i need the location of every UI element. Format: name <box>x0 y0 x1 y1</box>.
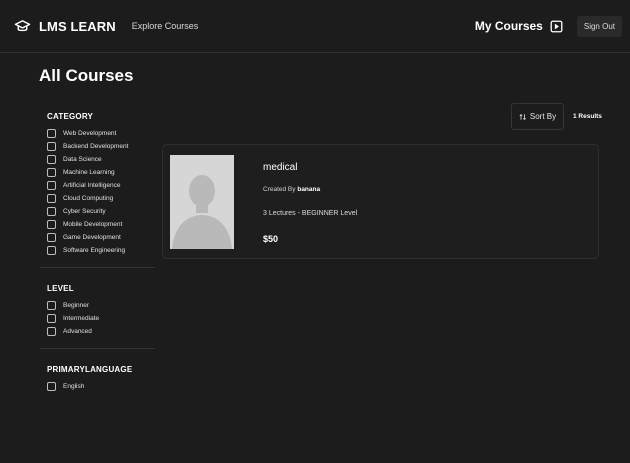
checkbox[interactable] <box>47 327 56 336</box>
filter-option[interactable]: Beginner <box>47 299 155 312</box>
checkbox[interactable] <box>47 220 56 229</box>
graduation-cap-icon <box>14 19 31 31</box>
divider <box>40 348 155 349</box>
filter-option[interactable]: Cyber Security <box>47 205 155 218</box>
filter-section-title: PRIMARYLANGUAGE <box>47 365 133 374</box>
filter-option[interactable]: Software Engineering <box>47 244 155 257</box>
filter-option[interactable]: Backend Development <box>47 140 155 153</box>
course-price: $50 <box>263 234 279 244</box>
filter-option-label: English <box>63 383 85 390</box>
results-count: 1 Results <box>573 113 602 120</box>
checkbox[interactable] <box>47 129 56 138</box>
filter-option[interactable]: English <box>47 380 155 393</box>
filter-option-label: Machine Learning <box>63 169 115 176</box>
created-by-label: Created By <box>263 186 296 193</box>
filter-option[interactable]: Intermediate <box>47 312 155 325</box>
filter-option-label: Artificial Intelligence <box>63 182 121 189</box>
filter-option-label: Web Development <box>63 130 117 137</box>
checkbox[interactable] <box>47 233 56 242</box>
filter-sidebar: CATEGORY Web Development Backend Develop… <box>40 112 155 393</box>
checkbox[interactable] <box>47 155 56 164</box>
top-navbar: LMS LEARN Explore Courses My Courses Sig… <box>0 0 630 53</box>
checkbox[interactable] <box>47 181 56 190</box>
filter-option[interactable]: Game Development <box>47 231 155 244</box>
sort-by-label: Sort By <box>529 112 557 121</box>
filter-option-label: Cyber Security <box>63 208 106 215</box>
avatar-placeholder-icon <box>170 155 234 249</box>
checkbox[interactable] <box>47 142 56 151</box>
sort-arrows-icon <box>519 113 526 120</box>
filter-option[interactable]: Cloud Computing <box>47 192 155 205</box>
checkbox[interactable] <box>47 168 56 177</box>
filter-option-label: Game Development <box>63 234 121 241</box>
filter-option[interactable]: Artificial Intelligence <box>47 179 155 192</box>
filter-option[interactable]: Mobile Development <box>47 218 155 231</box>
filter-section-title: LEVEL <box>47 284 74 293</box>
checkbox[interactable] <box>47 207 56 216</box>
brand-name: LMS LEARN <box>39 18 116 34</box>
page-title: All Courses <box>39 66 134 85</box>
filter-option-label: Data Science <box>63 156 102 163</box>
checkbox[interactable] <box>47 382 56 391</box>
filter-option[interactable]: Web Development <box>47 127 155 140</box>
brand-link[interactable]: LMS LEARN <box>14 18 116 35</box>
course-card[interactable]: medical Created By banana 3 Lectures - B… <box>162 144 599 259</box>
filter-section-title: CATEGORY <box>47 112 94 121</box>
course-thumbnail <box>170 155 234 249</box>
checkbox[interactable] <box>47 301 56 310</box>
filter-option[interactable]: Data Science <box>47 153 155 166</box>
filter-option-label: Advanced <box>63 328 92 335</box>
course-creator: Created By banana <box>263 186 320 193</box>
filter-option-label: Beginner <box>63 302 90 309</box>
checkbox[interactable] <box>47 246 56 255</box>
filter-option[interactable]: Advanced <box>47 325 155 338</box>
my-courses-link[interactable]: My Courses <box>475 19 543 33</box>
filter-option-label: Software Engineering <box>63 247 126 254</box>
checkbox[interactable] <box>47 194 56 203</box>
filter-option[interactable]: Machine Learning <box>47 166 155 179</box>
sign-out-button[interactable]: Sign Out <box>576 15 622 37</box>
play-square-icon[interactable] <box>550 20 563 33</box>
sort-by-button[interactable]: Sort By <box>511 103 564 130</box>
filter-option-label: Mobile Development <box>63 221 123 228</box>
filter-option-label: Intermediate <box>63 315 100 322</box>
course-meta: 3 Lectures - BEGINNER Level <box>263 210 358 217</box>
explore-courses-link[interactable]: Explore Courses <box>132 21 199 31</box>
creator-name: banana <box>297 186 321 193</box>
course-title: medical <box>263 162 298 173</box>
filter-option-label: Cloud Computing <box>63 195 114 202</box>
checkbox[interactable] <box>47 314 56 323</box>
divider <box>40 267 155 268</box>
filter-option-label: Backend Development <box>63 143 129 150</box>
